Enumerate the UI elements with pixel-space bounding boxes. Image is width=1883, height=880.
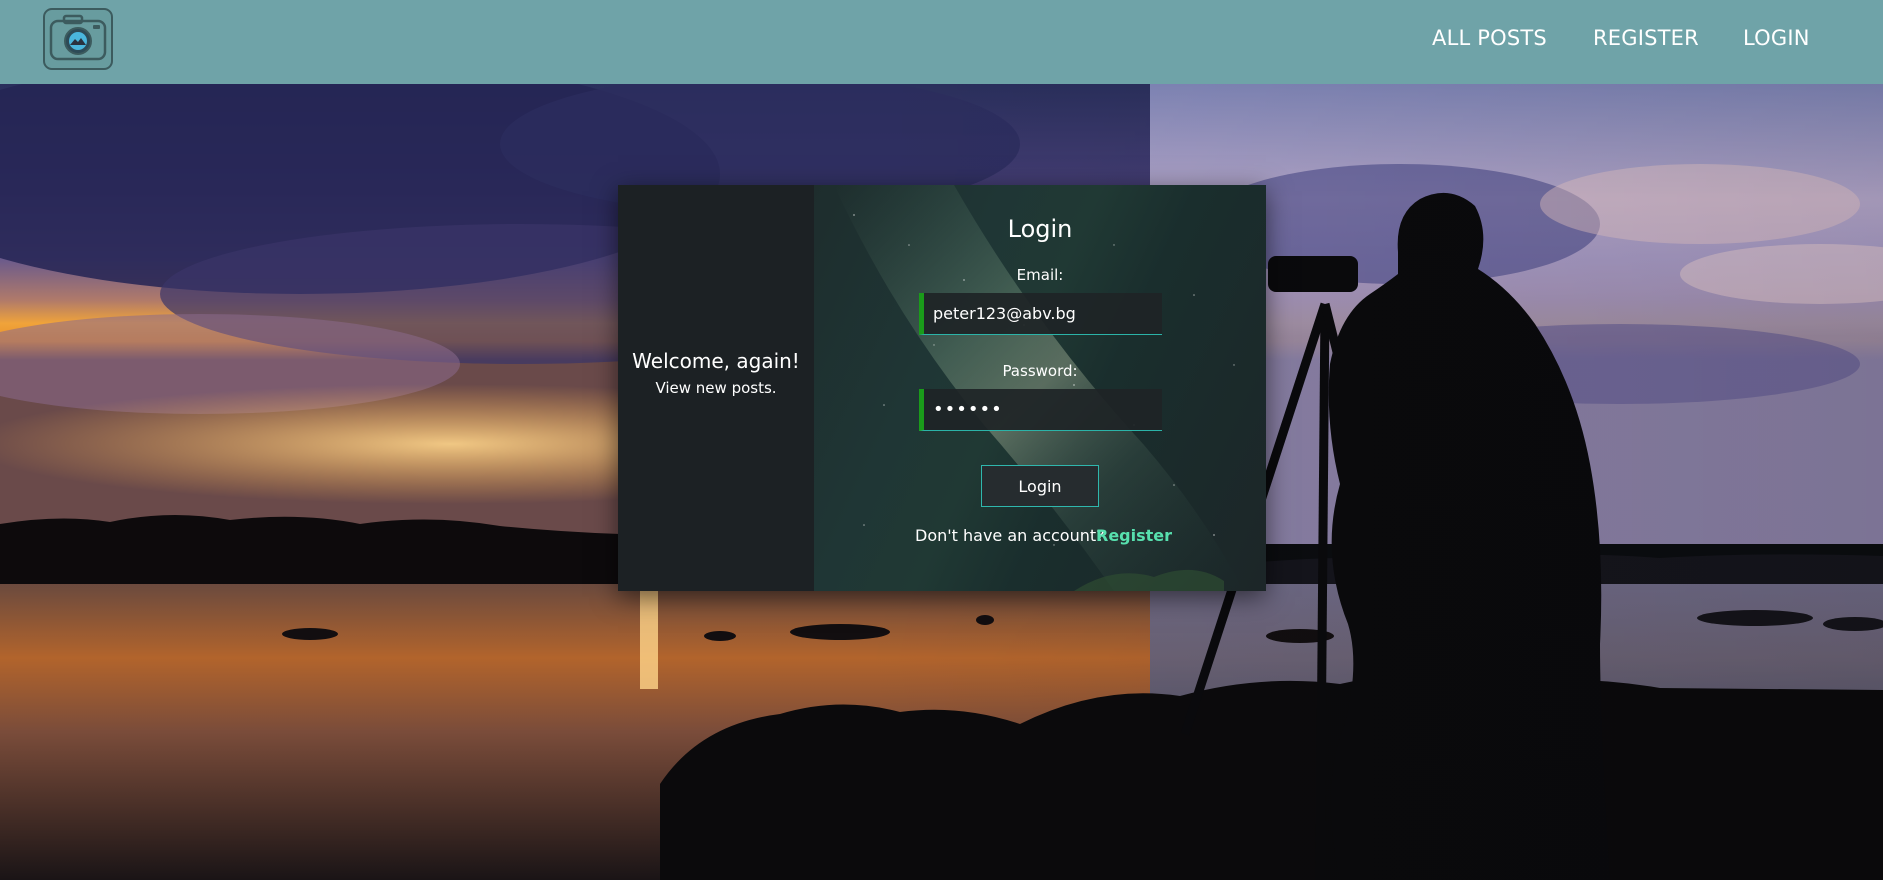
camera-icon[interactable]: [43, 8, 113, 70]
login-card: Welcome, again! View new posts. Login Em…: [618, 185, 1266, 591]
register-link[interactable]: Register: [1096, 526, 1172, 545]
nav-all-posts[interactable]: ALL POSTS: [1432, 26, 1547, 50]
email-field[interactable]: [919, 293, 1162, 335]
login-button[interactable]: Login: [981, 465, 1099, 507]
top-navbar: ALL POSTS REGISTER LOGIN: [0, 0, 1883, 84]
nav-login[interactable]: LOGIN: [1743, 26, 1810, 50]
password-label: Password:: [1002, 362, 1078, 380]
nav-register[interactable]: REGISTER: [1593, 26, 1699, 50]
page: ALL POSTS REGISTER LOGIN Welcome, again!…: [0, 0, 1883, 880]
welcome-title: Welcome, again!: [632, 349, 800, 373]
welcome-subtitle: View new posts.: [655, 379, 777, 397]
no-account-text: Don't have an account?: [915, 526, 1105, 545]
login-form-title: Login: [1007, 215, 1073, 243]
email-label: Email:: [1016, 266, 1064, 284]
password-field[interactable]: [919, 389, 1162, 431]
